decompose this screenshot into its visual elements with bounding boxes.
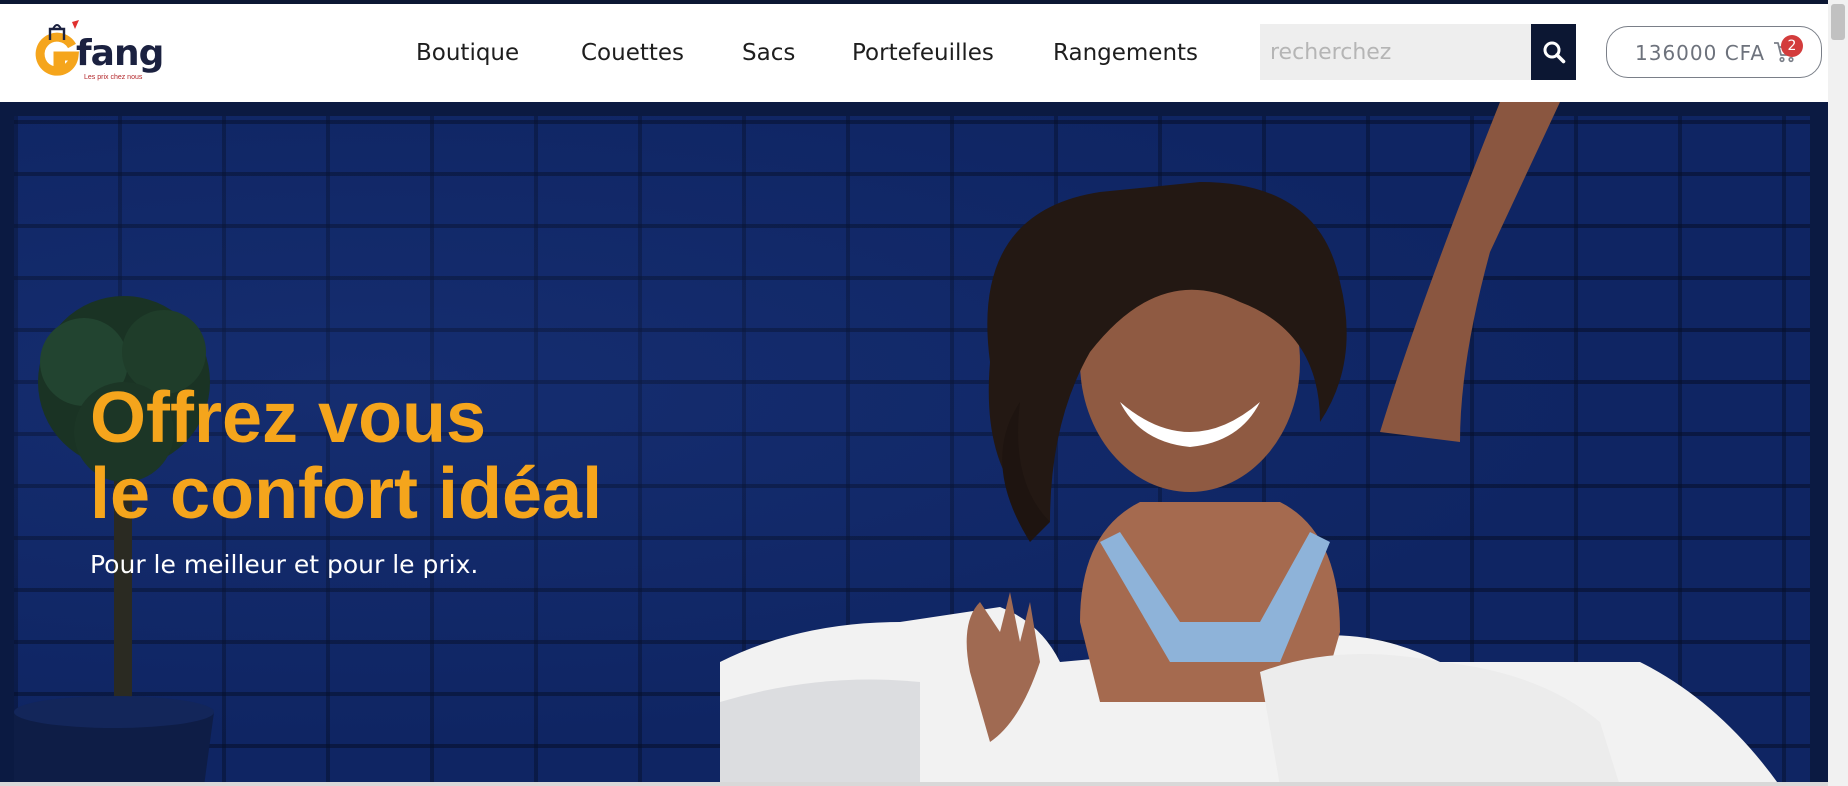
- cart-count-badge: 2: [1781, 35, 1803, 57]
- hero-woman-image: [720, 102, 1780, 786]
- search-button[interactable]: [1531, 24, 1576, 80]
- nav-item-rangements[interactable]: Rangements: [1053, 36, 1198, 70]
- search-icon: [1543, 41, 1565, 64]
- hero-subtitle: Pour le meilleur et pour le prix.: [90, 550, 479, 579]
- nav-item-sacs[interactable]: Sacs: [742, 36, 795, 70]
- scrollbar-thumb[interactable]: [1831, 4, 1845, 40]
- site-header: fang Les prix chez nous Boutique Couette…: [0, 4, 1828, 102]
- search-input[interactable]: [1260, 24, 1532, 80]
- nav-item-couettes[interactable]: Couettes: [581, 36, 684, 70]
- hero-title-line2: le confort idéal: [90, 454, 603, 534]
- cart-amount: 136000 CFA: [1635, 41, 1766, 65]
- scrollbar-track[interactable]: [1828, 0, 1848, 786]
- hero-title: Offrez vous le confort idéal: [90, 380, 602, 532]
- bottom-edge: [0, 782, 1828, 786]
- plant-illustration: [14, 296, 214, 786]
- search-bar: [1260, 24, 1576, 80]
- logo-wordmark: fang: [76, 33, 164, 74]
- hero-banner: Offrez vous le confort idéal Pour le mei…: [0, 102, 1828, 786]
- cart-button[interactable]: 136000 CFA 2: [1606, 26, 1822, 78]
- nav-item-portefeuilles[interactable]: Portefeuilles: [852, 36, 994, 70]
- hero-title-line1: Offrez vous: [90, 378, 487, 458]
- nav-item-boutique[interactable]: Boutique: [416, 36, 519, 70]
- logo[interactable]: fang Les prix chez nous: [34, 16, 174, 86]
- logo-tagline: Les prix chez nous: [84, 74, 143, 81]
